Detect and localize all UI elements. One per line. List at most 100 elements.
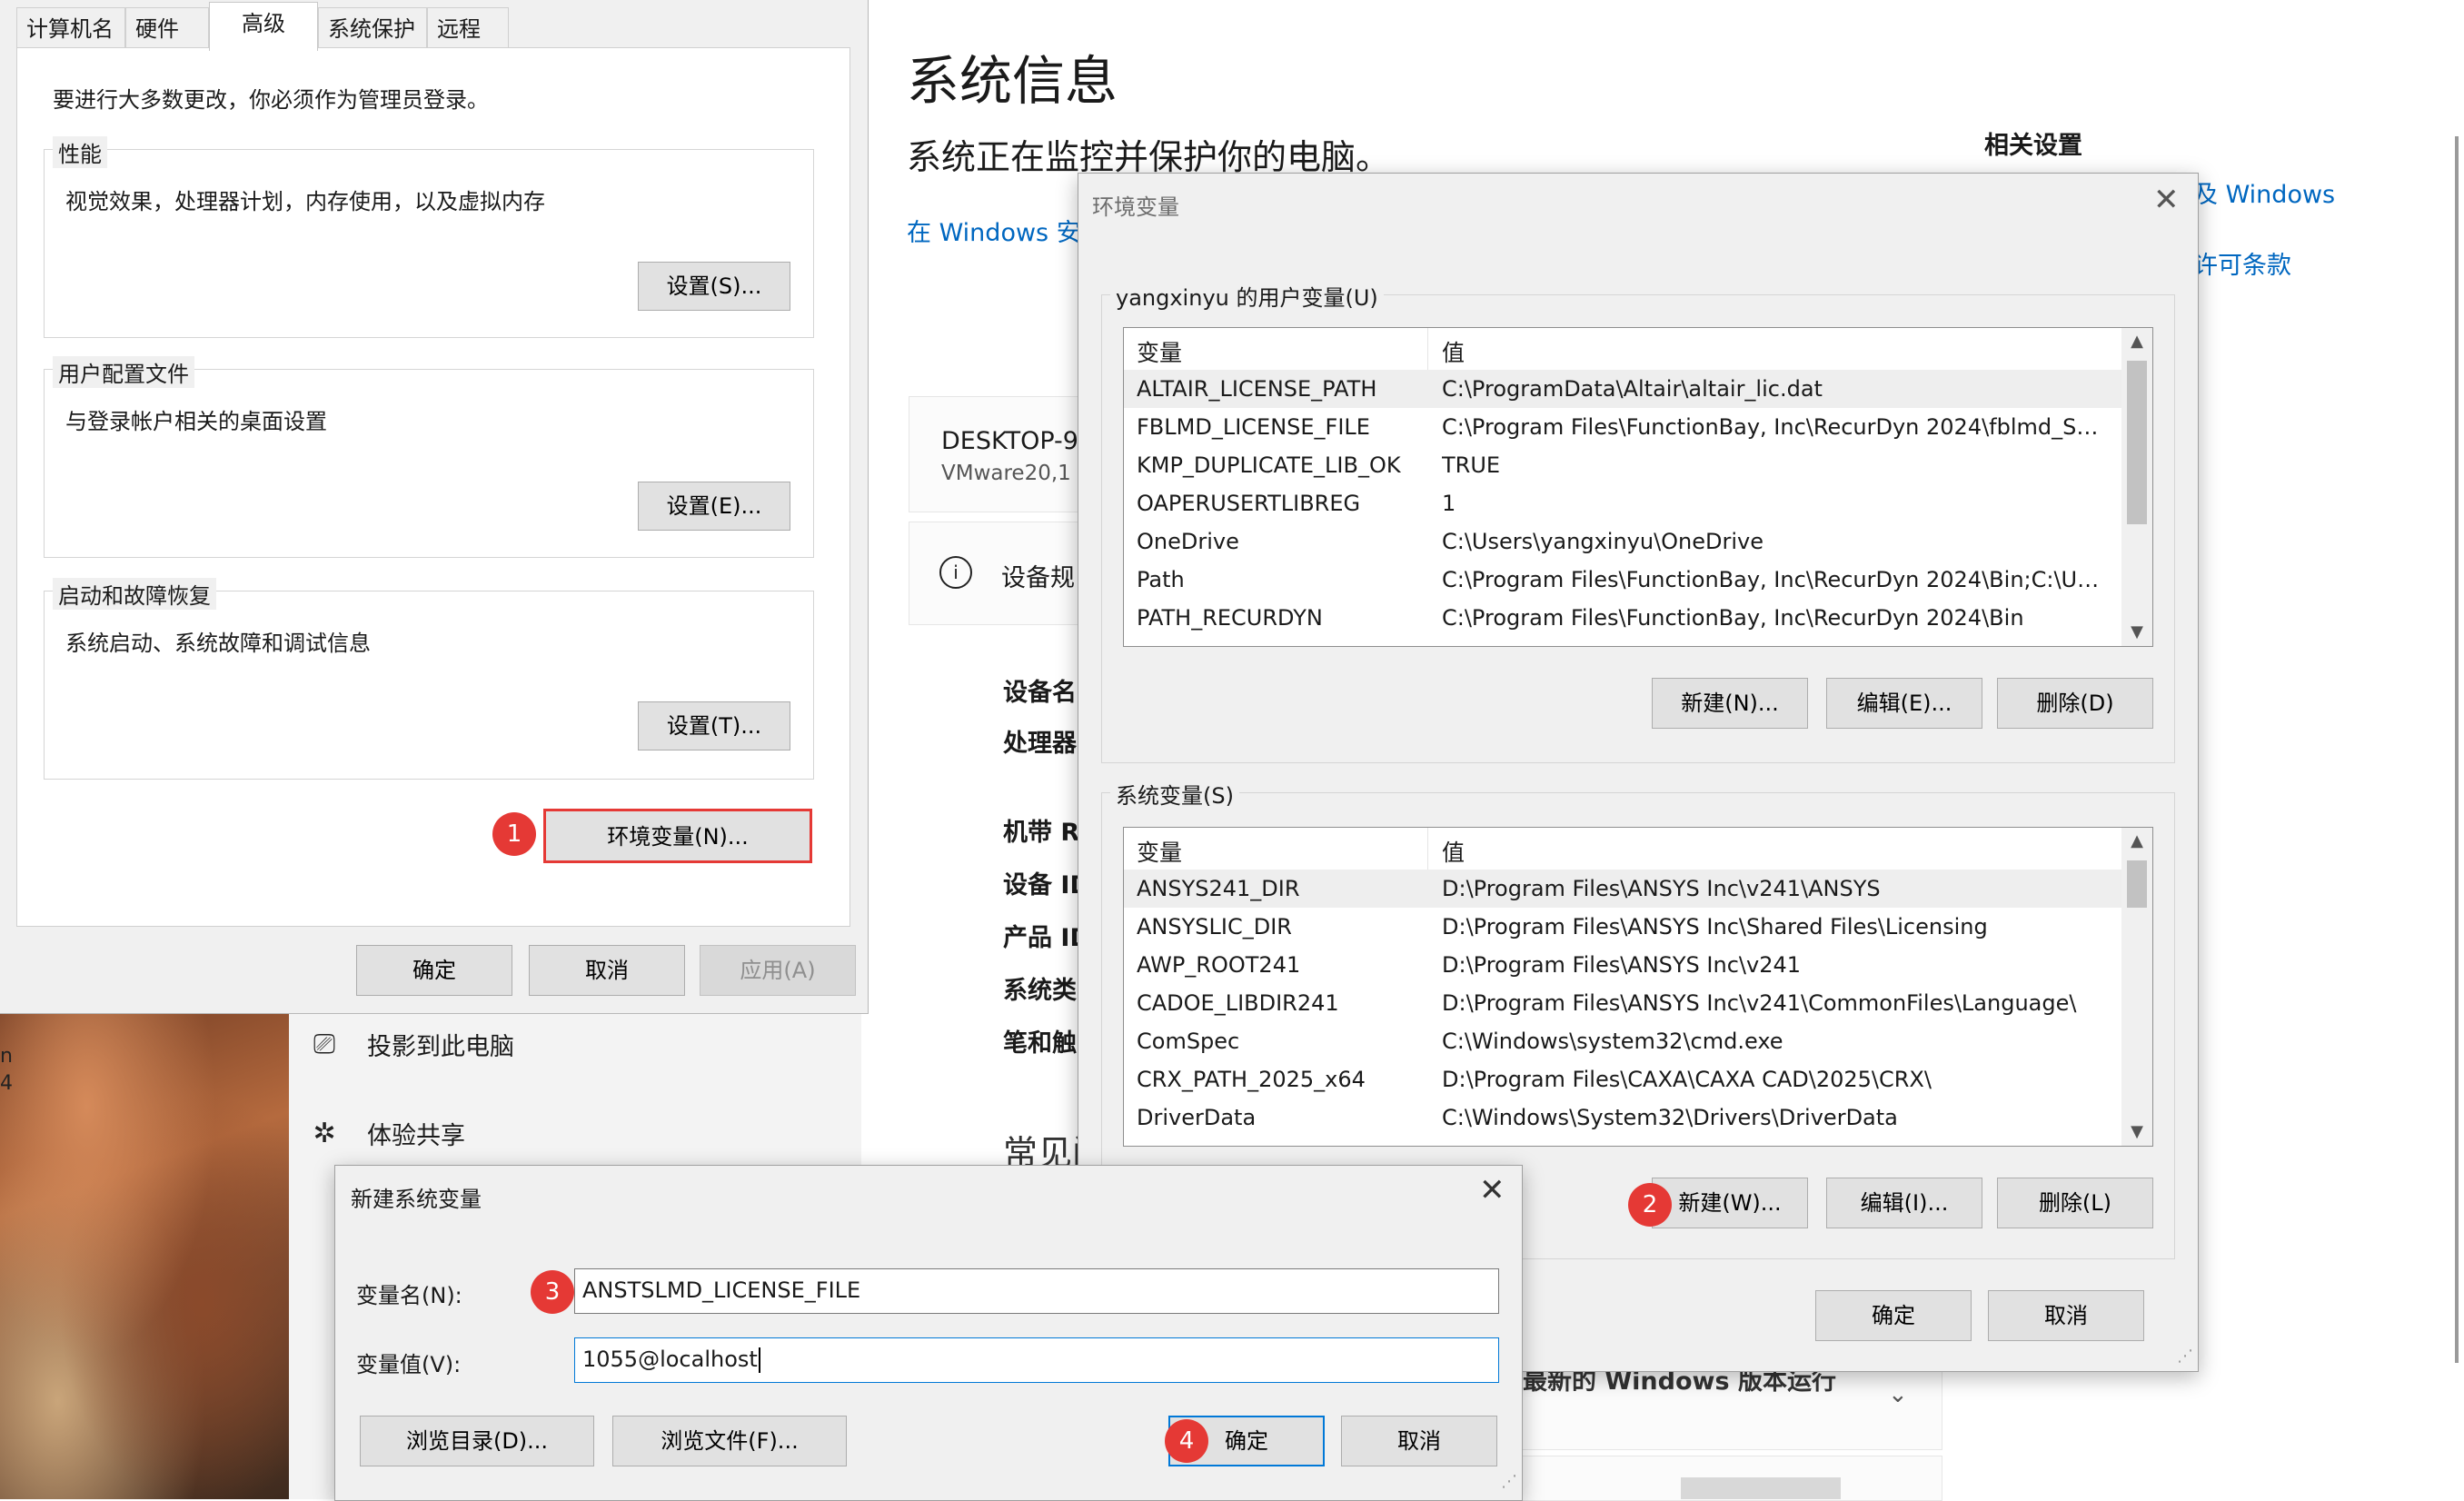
- table-row[interactable]: FBLMD_LICENSE_FILE C:\Program Files\Funct…: [1124, 408, 2152, 446]
- vertical-scrollbar[interactable]: ▲ ▼: [2121, 328, 2152, 646]
- var-name: OAPERUSERTLIBREG: [1137, 491, 1361, 516]
- table-row[interactable]: ANSYSLIC_DIR D:\Program Files\ANSYS Inc\S…: [1124, 908, 2152, 946]
- tab-computer-name[interactable]: 计算机名: [16, 7, 125, 49]
- column-header-value[interactable]: 值: [1442, 335, 1465, 368]
- group-title: yangxinyu 的用户变量(U): [1110, 280, 1384, 312]
- page-scrollbar[interactable]: [2455, 136, 2459, 1363]
- table-row[interactable]: PATH_RECURDYN C:\Program Files\FunctionBa…: [1124, 599, 2152, 637]
- user-delete-button[interactable]: 删除(D): [1997, 678, 2153, 729]
- table-row[interactable]: OneDrive C:\Users\yangxinyu\OneDrive: [1124, 522, 2152, 561]
- startup-settings-button[interactable]: 设置(T)...: [638, 701, 790, 750]
- security-link[interactable]: 在 Windows 安: [907, 213, 1081, 248]
- admin-note: 要进行大多数更改，你必须作为管理员登录。: [53, 87, 489, 113]
- step-badge-3: 3: [531, 1270, 574, 1314]
- user-variables-list[interactable]: 变量 值 ALTAIR_LICENSE_PATH C:\ProgramData\A…: [1123, 327, 2153, 647]
- var-name: KMP_DUPLICATE_LIB_OK: [1137, 452, 1401, 478]
- table-row[interactable]: DriverData C:\Windows\System32\Drivers\Dr…: [1124, 1098, 2152, 1137]
- desktop-wallpaper: [0, 1009, 289, 1499]
- chevron-down-icon[interactable]: ⌄: [1888, 1381, 1908, 1408]
- resize-grip-icon[interactable]: ⋰: [1501, 1472, 1517, 1491]
- sidebar-item-project[interactable]: ⎚ 投影到此电脑: [309, 1027, 514, 1062]
- close-icon[interactable]: ✕: [2153, 182, 2180, 218]
- variable-value-input[interactable]: 1055@localhost: [574, 1337, 1499, 1383]
- vertical-scrollbar[interactable]: ▲ ▼: [2121, 828, 2152, 1146]
- browse-directory-button[interactable]: 浏览目录(D)...: [360, 1416, 594, 1466]
- var-name: OneDrive: [1137, 529, 1239, 554]
- step-badge-2: 2: [1628, 1183, 1672, 1227]
- variable-value-text: 1055@localhost: [582, 1347, 758, 1372]
- tab-system-protection[interactable]: 系统保护: [318, 7, 427, 49]
- var-value: D:\Program Files\CAXA\CAXA CAD\2025\CRX\: [1442, 1067, 1932, 1092]
- env-cancel-button[interactable]: 取消: [1988, 1290, 2144, 1341]
- step-badge-4: 4: [1165, 1419, 1208, 1463]
- user-edit-button[interactable]: 编辑(E)...: [1826, 678, 1982, 729]
- group-title: 系统变量(S): [1110, 778, 1239, 810]
- scroll-down-icon[interactable]: ▼: [2121, 619, 2152, 646]
- performance-settings-button[interactable]: 设置(S)...: [638, 262, 790, 311]
- table-row[interactable]: ANSYS241_DIR D:\Program Files\ANSYS Inc\v…: [1124, 870, 2152, 908]
- sidebar-item-label: 体验共享: [367, 1122, 465, 1150]
- ok-button[interactable]: 确定: [356, 945, 512, 996]
- var-value: C:\Windows\System32\Drivers\DriverData: [1442, 1105, 1898, 1130]
- var-name: ANSYS241_DIR: [1137, 876, 1300, 901]
- user-profile-settings-button[interactable]: 设置(E)...: [638, 482, 790, 531]
- table-row[interactable]: ComSpec C:\Windows\system32\cmd.exe: [1124, 1022, 2152, 1060]
- table-row[interactable]: KMP_DUPLICATE_LIB_OK TRUE: [1124, 446, 2152, 484]
- sidebar-item-label: 投影到此电脑: [367, 1033, 514, 1061]
- column-header-variable[interactable]: 变量: [1137, 835, 1182, 868]
- table-row[interactable]: ALTAIR_LICENSE_PATH C:\ProgramData\Altair…: [1124, 370, 2152, 408]
- var-name: CRX_PATH_2025_x64: [1137, 1067, 1366, 1092]
- scroll-thumb[interactable]: [2127, 361, 2147, 524]
- column-header-value[interactable]: 值: [1442, 835, 1465, 868]
- system-new-button[interactable]: 新建(W)...: [1652, 1178, 1808, 1228]
- related-link-windows[interactable]: 及 Windows: [2193, 174, 2335, 210]
- env-ok-button[interactable]: 确定: [1815, 1290, 1972, 1341]
- var-value: C:\Program Files\FunctionBay, Inc\RecurD…: [1442, 414, 2105, 440]
- scroll-up-icon[interactable]: ▲: [2121, 328, 2152, 355]
- scroll-thumb[interactable]: [2127, 860, 2147, 908]
- cancel-button[interactable]: 取消: [529, 945, 685, 996]
- close-icon[interactable]: ✕: [1479, 1172, 1505, 1208]
- new-var-cancel-button[interactable]: 取消: [1341, 1416, 1497, 1466]
- tab-advanced[interactable]: 高级: [209, 2, 318, 51]
- table-row[interactable]: AWP_ROOT241 D:\Program Files\ANSYS Inc\v2…: [1124, 946, 2152, 984]
- table-row[interactable]: OAPERUSERTLIBREG 1: [1124, 484, 2152, 522]
- var-value: C:\ProgramData\Altair\altair_lic.dat: [1442, 376, 1823, 402]
- tab-remote[interactable]: 远程: [427, 7, 509, 49]
- system-delete-button[interactable]: 删除(L): [1997, 1178, 2153, 1228]
- system-variables-list[interactable]: 变量 值 ANSYS241_DIR D:\Program Files\ANSYS …: [1123, 827, 2153, 1147]
- page-title: 系统信息: [907, 50, 1118, 112]
- spec-row: 系统类: [1003, 977, 1077, 1005]
- related-link-license[interactable]: 许可条款: [2193, 245, 2291, 281]
- var-name: FBLMD_LICENSE_FILE: [1137, 414, 1370, 440]
- scroll-up-icon[interactable]: ▲: [2121, 828, 2152, 855]
- var-value: D:\Program Files\ANSYS Inc\Shared Files\…: [1442, 914, 1988, 939]
- variable-value-label: 变量值(V):: [356, 1352, 462, 1377]
- system-edit-button[interactable]: 编辑(I)...: [1826, 1178, 1982, 1228]
- var-name: ANSYSLIC_DIR: [1137, 914, 1292, 939]
- spec-row: 机带 R: [1003, 819, 1080, 847]
- browse-file-button[interactable]: 浏览文件(F)...: [612, 1416, 847, 1466]
- device-name: DESKTOP-9E: [941, 427, 1095, 455]
- table-row[interactable]: CADOE_LIBDIR241 D:\Program Files\ANSYS In…: [1124, 984, 2152, 1022]
- apply-button[interactable]: 应用(A): [700, 945, 856, 996]
- var-name: CADOE_LIBDIR241: [1137, 990, 1339, 1016]
- scroll-down-icon[interactable]: ▼: [2121, 1118, 2152, 1146]
- sidebar-item-share[interactable]: ✲ 体验共享: [309, 1116, 465, 1151]
- var-name: Path: [1137, 567, 1185, 592]
- var-value: TRUE: [1442, 452, 1501, 478]
- table-row[interactable]: CRX_PATH_2025_x64 D:\Program Files\CAXA\C…: [1124, 1060, 2152, 1098]
- environment-variables-button[interactable]: 环境变量(N)...: [543, 809, 812, 863]
- resize-grip-icon[interactable]: ⋰: [2177, 1347, 2193, 1366]
- table-row[interactable]: Path C:\Program Files\FunctionBay, Inc\Re…: [1124, 561, 2152, 599]
- step-badge-1: 1: [492, 812, 536, 856]
- text-caret: [758, 1347, 760, 1373]
- group-desc: 与登录帐户相关的桌面设置: [65, 409, 327, 434]
- bottom-card-button[interactable]: [1681, 1477, 1841, 1499]
- tab-hardware[interactable]: 硬件: [125, 7, 209, 49]
- variable-name-input[interactable]: ANSTSLMD_LICENSE_FILE: [574, 1268, 1499, 1314]
- device-spec-heading: 设备规: [1001, 564, 1075, 592]
- user-new-button[interactable]: 新建(N)...: [1652, 678, 1808, 729]
- column-header-variable[interactable]: 变量: [1137, 335, 1182, 368]
- related-settings-heading: 相关设置: [1984, 132, 2082, 160]
